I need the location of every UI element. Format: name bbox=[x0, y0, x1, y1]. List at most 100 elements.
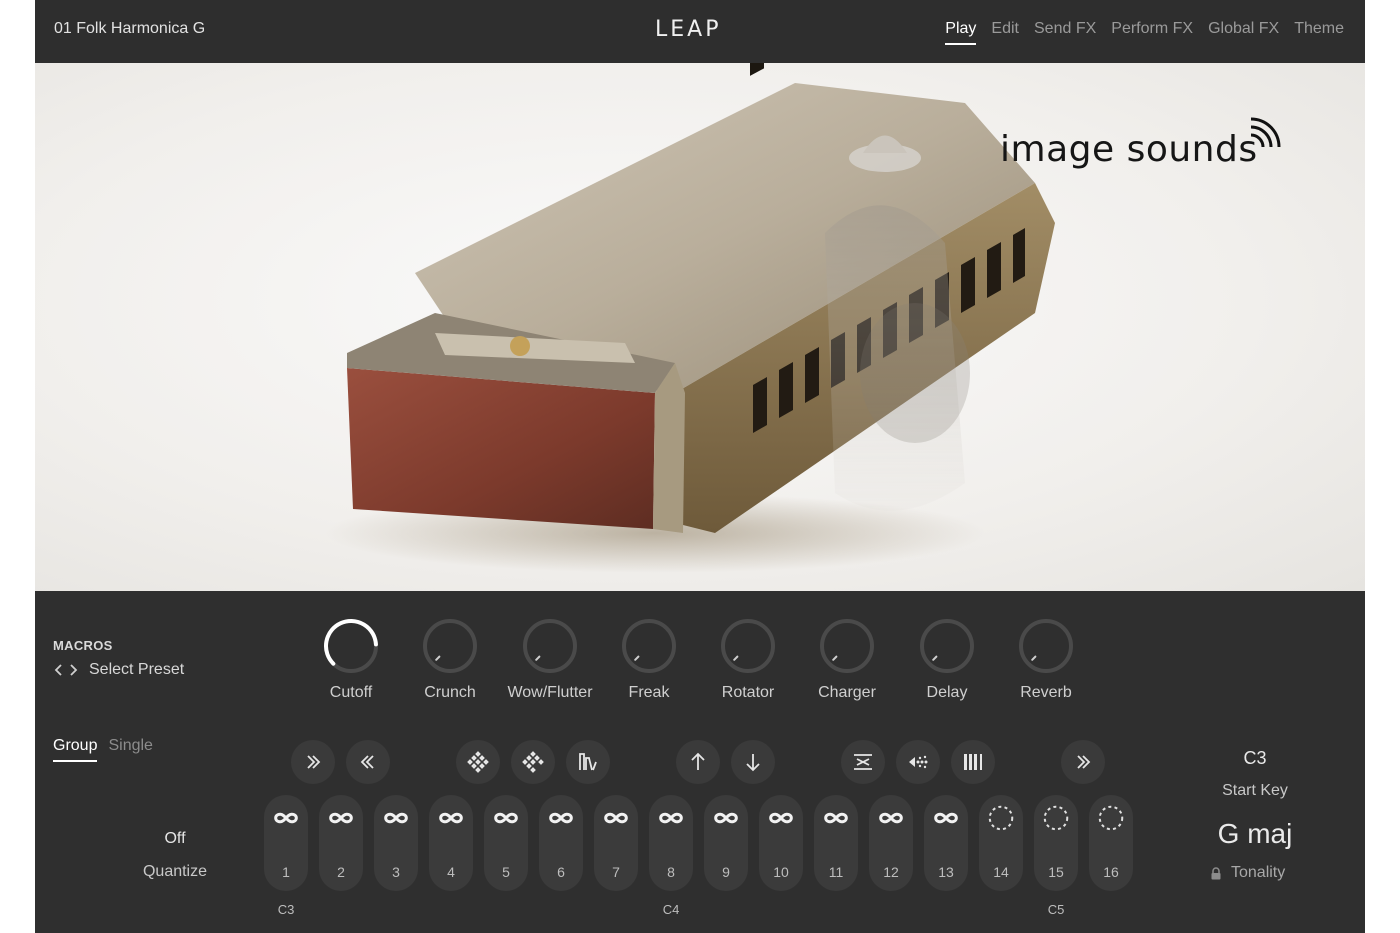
key-3[interactable]: 3 bbox=[374, 795, 418, 891]
tab-group[interactable]: Group bbox=[53, 737, 98, 762]
waveform-bars-button[interactable] bbox=[566, 740, 610, 784]
empty-slot-icon bbox=[1098, 805, 1124, 831]
infinity-loop-icon bbox=[714, 812, 738, 824]
tab-play[interactable]: Play bbox=[945, 20, 977, 45]
key-number: 5 bbox=[502, 864, 510, 880]
key-13[interactable]: 13 bbox=[924, 795, 968, 891]
knob-freak[interactable]: Freak bbox=[599, 618, 699, 702]
key-14[interactable]: 14 bbox=[979, 795, 1023, 891]
diamond-pattern-a-icon bbox=[467, 751, 489, 773]
knob-dial[interactable] bbox=[919, 618, 975, 674]
key-10[interactable]: 10 bbox=[759, 795, 803, 891]
key-12[interactable]: 12 bbox=[869, 795, 913, 891]
double-chevron-left-button[interactable] bbox=[346, 740, 390, 784]
brand-name: image sounds bbox=[1000, 129, 1258, 170]
knob-delay[interactable]: Delay bbox=[897, 618, 997, 702]
brand-label: image sounds bbox=[1000, 129, 1258, 170]
reverse-dots-icon bbox=[909, 755, 928, 769]
infinity-loop-icon bbox=[274, 812, 298, 824]
compress-lines-icon bbox=[854, 754, 872, 770]
tab-single[interactable]: Single bbox=[108, 737, 152, 762]
empty-slot-icon bbox=[988, 805, 1014, 831]
key-7[interactable]: 7 bbox=[594, 795, 638, 891]
knob-dial[interactable] bbox=[323, 618, 379, 674]
app-frame: 01 Folk Harmonica G LEAP Play Edit Send … bbox=[35, 0, 1365, 933]
infinity-loop-icon bbox=[494, 812, 518, 824]
arrow-up-button[interactable] bbox=[676, 740, 720, 784]
knob-dial[interactable] bbox=[522, 618, 578, 674]
macro-preset-selector: Select Preset bbox=[53, 661, 184, 679]
knob-label: Delay bbox=[926, 684, 968, 701]
tab-send-fx[interactable]: Send FX bbox=[1034, 20, 1096, 45]
start-key-value[interactable]: C3 bbox=[1225, 748, 1285, 769]
knob-reverb[interactable]: Reverb bbox=[996, 618, 1096, 702]
vertical-bars-button[interactable] bbox=[951, 740, 995, 784]
tonality-value[interactable]: G maj bbox=[1195, 818, 1315, 850]
key-number: 4 bbox=[447, 864, 455, 880]
tonality-label-group: Tonality bbox=[1210, 864, 1285, 882]
key-8[interactable]: 8 bbox=[649, 795, 693, 891]
arrow-down-button[interactable] bbox=[731, 740, 775, 784]
chevron-left-icon[interactable] bbox=[53, 663, 64, 677]
knob-label: Freak bbox=[628, 684, 670, 701]
lock-icon[interactable] bbox=[1210, 866, 1222, 880]
key-9[interactable]: 9 bbox=[704, 795, 748, 891]
mode-tabs: Group Single bbox=[53, 737, 153, 762]
key-number: 14 bbox=[993, 864, 1009, 880]
tonality-label: Tonality bbox=[1231, 864, 1286, 881]
key-5[interactable]: 5 bbox=[484, 795, 528, 891]
infinity-loop-icon bbox=[769, 812, 793, 824]
key-number: 12 bbox=[883, 864, 899, 880]
diamond-pattern-b-button[interactable] bbox=[511, 740, 555, 784]
knob-dial[interactable] bbox=[720, 618, 776, 674]
infinity-loop-icon bbox=[384, 812, 408, 824]
chevron-right-icon[interactable] bbox=[68, 663, 79, 677]
knob-label: Crunch bbox=[424, 684, 476, 701]
header-bar: 01 Folk Harmonica G LEAP Play Edit Send … bbox=[35, 0, 1365, 63]
knob-dial[interactable] bbox=[1018, 618, 1074, 674]
knob-label: Cutoff bbox=[329, 684, 373, 701]
octave-label: C3 bbox=[277, 902, 295, 917]
tab-global-fx[interactable]: Global FX bbox=[1208, 20, 1279, 45]
infinity-loop-icon bbox=[549, 812, 573, 824]
knob-crunch[interactable]: Crunch bbox=[400, 618, 500, 702]
infinity-loop-icon bbox=[824, 812, 848, 824]
knob-rotator[interactable]: Rotator bbox=[698, 618, 798, 702]
tab-edit[interactable]: Edit bbox=[991, 20, 1019, 45]
reverse-dots-button[interactable] bbox=[896, 740, 940, 784]
quantize-label: Quantize bbox=[142, 863, 208, 880]
diamond-pattern-a-button[interactable] bbox=[456, 740, 500, 784]
knob-label: Reverb bbox=[1020, 684, 1072, 701]
knob-dial[interactable] bbox=[422, 618, 478, 674]
knob-dial[interactable] bbox=[621, 618, 677, 674]
infinity-loop-icon bbox=[879, 812, 903, 824]
double-chevron-right-button[interactable] bbox=[1061, 740, 1105, 784]
diamond-pattern-b-icon bbox=[522, 751, 544, 773]
key-11[interactable]: 11 bbox=[814, 795, 858, 891]
quantize-control[interactable]: Off Quantize bbox=[135, 830, 215, 881]
arrow-up-icon bbox=[691, 752, 705, 770]
key-15[interactable]: 15 bbox=[1034, 795, 1078, 891]
select-preset-button[interactable]: Select Preset bbox=[89, 661, 184, 679]
octave-label: C4 bbox=[662, 902, 680, 917]
tab-perform-fx[interactable]: Perform FX bbox=[1111, 20, 1193, 45]
arrow-down-icon bbox=[746, 754, 760, 772]
key-number: 3 bbox=[392, 864, 400, 880]
key-2[interactable]: 2 bbox=[319, 795, 363, 891]
vertical-bars-icon bbox=[964, 754, 982, 770]
key-16[interactable]: 16 bbox=[1089, 795, 1133, 891]
knob-wow-flutter[interactable]: Wow/Flutter bbox=[500, 618, 600, 702]
compress-lines-button[interactable] bbox=[841, 740, 885, 784]
double-chevron-right-button[interactable] bbox=[291, 740, 335, 784]
tab-theme[interactable]: Theme bbox=[1294, 20, 1344, 45]
knob-dial[interactable] bbox=[819, 618, 875, 674]
infinity-loop-icon bbox=[604, 812, 628, 824]
knob-charger[interactable]: Charger bbox=[797, 618, 897, 702]
key-6[interactable]: 6 bbox=[539, 795, 583, 891]
key-number: 8 bbox=[667, 864, 675, 880]
key-1[interactable]: 1 bbox=[264, 795, 308, 891]
knob-cutoff[interactable]: Cutoff bbox=[301, 618, 401, 702]
knob-label: Wow/Flutter bbox=[507, 684, 593, 701]
key-4[interactable]: 4 bbox=[429, 795, 473, 891]
key-number: 7 bbox=[612, 864, 620, 880]
